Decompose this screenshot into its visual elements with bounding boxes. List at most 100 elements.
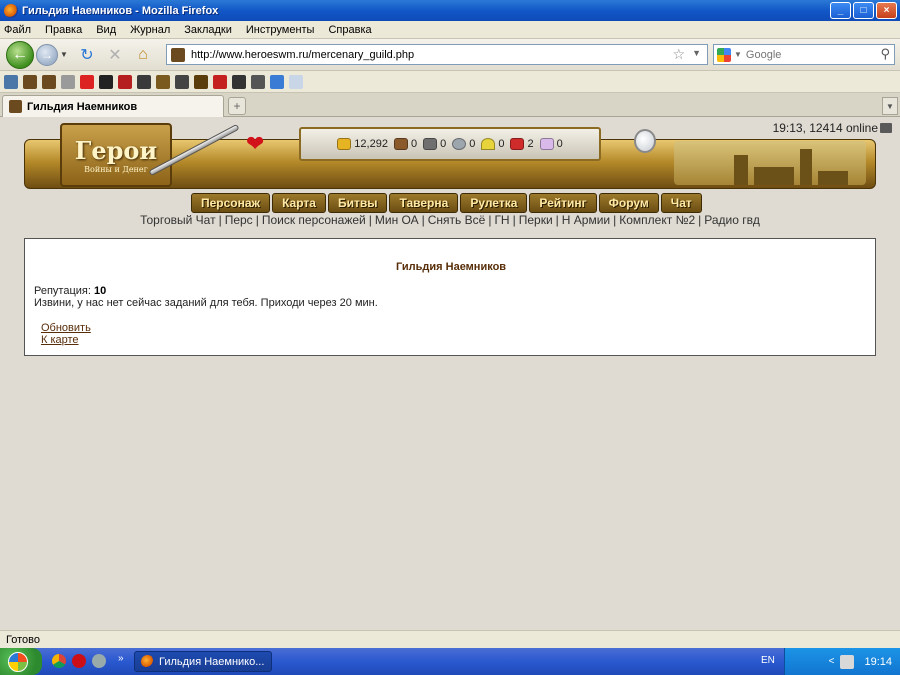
network-icon[interactable] [840, 654, 855, 669]
tab-label: Гильдия Наемников [27, 100, 138, 113]
search-icon[interactable]: ⚲ [880, 46, 890, 62]
quick-link-radio[interactable]: Радио гвд [704, 213, 760, 227]
home-icon[interactable]: ⌂ [132, 44, 154, 66]
quick-links: Торговый Чат | Перс | Поиск персонажей | Мин О… [140, 213, 760, 227]
menu-view[interactable]: Вид [96, 24, 116, 36]
url-text[interactable]: http://www.heroeswm.ru/mercenary_guild.p… [191, 49, 414, 61]
quick-link-search-players[interactable]: Поиск персонажей [262, 213, 366, 227]
opera-icon[interactable] [72, 654, 86, 668]
window-title-bar[interactable]: Гильдия Наемников - Mozilla Firefox _ □ … [0, 0, 900, 21]
bookmark-6-icon[interactable] [156, 74, 170, 89]
bookmark-3-icon[interactable] [61, 74, 75, 89]
bookmark-youtube-icon[interactable] [80, 74, 94, 89]
quick-link-army[interactable]: Н Армии [562, 213, 610, 227]
new-tab-button[interactable]: + [228, 97, 246, 115]
menu-roulette[interactable]: Рулетка [460, 193, 528, 213]
language-indicator[interactable]: EN [761, 655, 775, 666]
status-bar: Готово [0, 630, 900, 648]
menu-file[interactable]: Файл [4, 24, 31, 36]
history-dropdown-icon[interactable]: ▼ [60, 50, 70, 59]
menu-help[interactable]: Справка [328, 24, 371, 36]
bookmark-10-icon[interactable] [232, 74, 246, 89]
menu-tools[interactable]: Инструменты [246, 24, 315, 36]
bookmark-12-icon[interactable] [270, 74, 284, 89]
tab-list-dropdown-icon[interactable]: ▼ [882, 97, 898, 115]
taskbar-clock: 19:14 [864, 655, 892, 668]
quick-launch-expand-icon[interactable]: » [118, 653, 124, 664]
reputation: Репутация: 10 [34, 285, 106, 297]
menu-battles[interactable]: Битвы [327, 193, 388, 213]
tray-expand-icon[interactable]: < [829, 656, 835, 667]
chrome-icon[interactable] [52, 654, 66, 668]
stop-icon[interactable]: ✕ [104, 44, 126, 66]
refresh-link[interactable]: Обновить [41, 322, 91, 334]
menu-edit[interactable]: Правка [45, 24, 82, 36]
tab-mercenary-guild[interactable]: Гильдия Наемников [2, 95, 224, 117]
menu-forum[interactable]: Форум [598, 193, 659, 213]
quick-link-kit-2[interactable]: Комплект №2 [619, 213, 695, 227]
start-button[interactable] [0, 648, 42, 675]
bookmark-vk-icon[interactable] [4, 74, 18, 89]
quick-link-trade-chat[interactable]: Торговый Чат [140, 213, 215, 227]
bookmark-linkedin-icon[interactable] [99, 74, 113, 89]
menu-map[interactable]: Карта [272, 193, 326, 213]
page-content: 19:13, 12414 online Герои Войны и Денег … [0, 117, 900, 630]
menu-tavern[interactable]: Таверна [389, 193, 459, 213]
menu-history[interactable]: Журнал [130, 24, 170, 36]
address-bar[interactable]: http://www.heroeswm.ru/mercenary_guild.p… [166, 44, 708, 65]
navigation-toolbar: ← → ▼ ↻ ✕ ⌂ http://www.heroeswm.ru/merce… [0, 39, 900, 71]
mercury-icon [452, 138, 467, 150]
quick-link-unequip-all[interactable]: Снять Всё [428, 213, 486, 227]
menu-chat[interactable]: Чат [660, 193, 702, 213]
firefox-icon [141, 655, 154, 668]
tool-icon[interactable] [92, 654, 106, 668]
bookmark-4-icon[interactable] [118, 74, 132, 89]
bookmark-7-icon[interactable] [175, 74, 189, 89]
bookmark-9-icon[interactable] [213, 74, 227, 89]
system-tray: EN < 19:14 [761, 648, 900, 675]
crystal-icon [510, 138, 525, 150]
back-button[interactable]: ← [6, 40, 34, 69]
bookmark-5-icon[interactable] [137, 74, 151, 89]
google-icon[interactable] [717, 47, 731, 62]
maximize-button[interactable]: □ [853, 2, 874, 19]
forward-arrow-icon: → [41, 47, 53, 62]
bookmark-11-icon[interactable] [251, 74, 265, 89]
reload-icon[interactable]: ↻ [76, 44, 98, 66]
close-button[interactable]: × [876, 2, 897, 19]
health-heart-icon: ❤ [246, 131, 265, 156]
quick-link-min-oa[interactable]: Мин ОА [375, 213, 419, 227]
quick-link-perks[interactable]: Перки [519, 213, 553, 227]
menu-bookmarks[interactable]: Закладки [184, 24, 232, 36]
search-engine-dropdown-icon[interactable]: ▼ [734, 50, 742, 59]
ore-icon [423, 138, 438, 150]
taskbar-firefox-window[interactable]: Гильдия Наемнико... [134, 651, 272, 672]
quick-link-gn[interactable]: ГН [494, 213, 509, 227]
resource-ore: 0 [423, 138, 446, 150]
game-logo[interactable]: Герои Войны и Денег [60, 123, 172, 187]
back-arrow-icon: ← [12, 45, 28, 63]
status-text: Готово [6, 633, 40, 646]
search-box[interactable]: ▼ ⚲ [713, 44, 895, 65]
forward-button[interactable]: → [36, 43, 58, 66]
url-dropdown-icon[interactable]: ▼ [692, 48, 701, 58]
bookmark-8-icon[interactable] [194, 74, 208, 89]
resource-crystal: 2 [510, 138, 534, 150]
menu-rating[interactable]: Рейтинг [529, 193, 597, 213]
search-input[interactable] [745, 48, 876, 61]
game-banner: Герои Войны и Денег ❤ 12,292 0 0 0 0 2 0… [24, 119, 876, 215]
resource-sulfur: 0 [481, 138, 504, 150]
firefox-icon [4, 3, 18, 18]
sulfur-icon [481, 138, 496, 150]
site-favicon-icon [171, 47, 185, 62]
bookmark-13-icon[interactable] [289, 74, 303, 89]
bookmark-star-icon[interactable]: ☆ [672, 46, 685, 63]
minimize-button[interactable]: _ [830, 2, 851, 19]
to-map-link[interactable]: К карте [41, 334, 79, 346]
bookmark-2-icon[interactable] [42, 74, 56, 89]
quick-link-pers[interactable]: Перс [225, 213, 253, 227]
mail-icon[interactable] [880, 123, 892, 133]
menu-character[interactable]: Персонаж [191, 193, 271, 213]
bookmark-1-icon[interactable] [23, 74, 37, 89]
bookmarks-toolbar [0, 71, 900, 93]
